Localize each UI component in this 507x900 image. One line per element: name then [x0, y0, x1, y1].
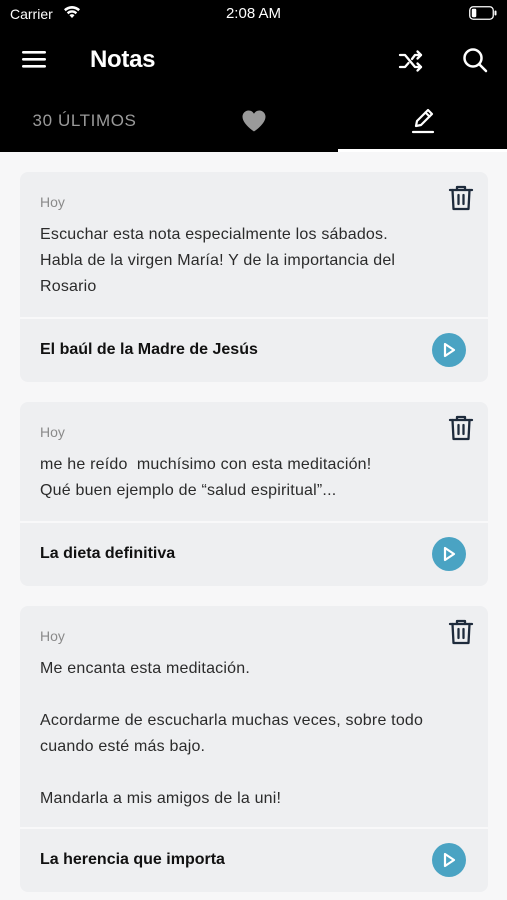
tab-favorites[interactable] [169, 90, 338, 152]
play-icon [443, 852, 456, 868]
battery-icon [469, 6, 497, 20]
meditation-link[interactable]: El baúl de la Madre de Jesús [20, 318, 488, 382]
hamburger-menu-icon [22, 51, 46, 68]
search-button[interactable] [461, 46, 489, 74]
meditation-title: La dieta definitiva [40, 545, 176, 562]
meditation-title: La herencia que importa [40, 851, 225, 868]
note-date: Hoy [40, 628, 65, 644]
trash-icon [448, 415, 474, 441]
menu-button[interactable] [20, 48, 50, 74]
shuffle-button[interactable] [397, 48, 425, 74]
note-date: Hoy [40, 424, 65, 440]
meditation-link[interactable]: La herencia que importa [20, 828, 488, 892]
play-button[interactable] [432, 537, 466, 571]
tab-latest-label: 30 ÚLTIMOS [32, 111, 137, 130]
delete-note-button[interactable] [448, 618, 474, 646]
search-icon [463, 48, 488, 73]
tab-latest[interactable]: 30 ÚLTIMOS [0, 90, 169, 152]
status-bar: Carrier 2:08 AM [0, 0, 507, 30]
play-icon [443, 342, 456, 358]
note-text: Escuchar esta nota especialmente los sáb… [40, 226, 396, 295]
page-title: Notas [90, 46, 156, 73]
trash-icon [448, 619, 474, 645]
play-button[interactable] [432, 333, 466, 367]
notes-list: Hoy Escuchar esta nota especialmente los… [0, 152, 507, 900]
tab-notes[interactable] [338, 90, 507, 152]
tab-bar: 30 ÚLTIMOS [0, 90, 507, 152]
note-card: Hoy me he reído muchísimo con esta medit… [20, 402, 488, 586]
delete-note-button[interactable] [448, 414, 474, 442]
note-card: Hoy Escuchar esta nota especialmente los… [20, 172, 488, 382]
shuffle-icon [398, 50, 423, 72]
meditation-link[interactable]: La dieta definitiva [20, 522, 488, 586]
heart-icon [242, 110, 265, 132]
app-header: Notas [0, 30, 507, 90]
delete-note-button[interactable] [448, 184, 474, 212]
note-card: Hoy Me encanta esta meditación. Acordarm… [20, 606, 488, 892]
pencil-icon [411, 108, 434, 134]
status-time: 2:08 AM [225, 5, 282, 22]
note-date: Hoy [40, 194, 65, 210]
meditation-title: El baúl de la Madre de Jesús [40, 341, 258, 358]
play-icon [443, 546, 456, 562]
trash-icon [448, 185, 474, 211]
note-text: me he reído muchísimo con esta meditació… [40, 456, 372, 499]
note-text: Me encanta esta meditación. Acordarme de… [40, 660, 424, 807]
play-button[interactable] [432, 843, 466, 877]
